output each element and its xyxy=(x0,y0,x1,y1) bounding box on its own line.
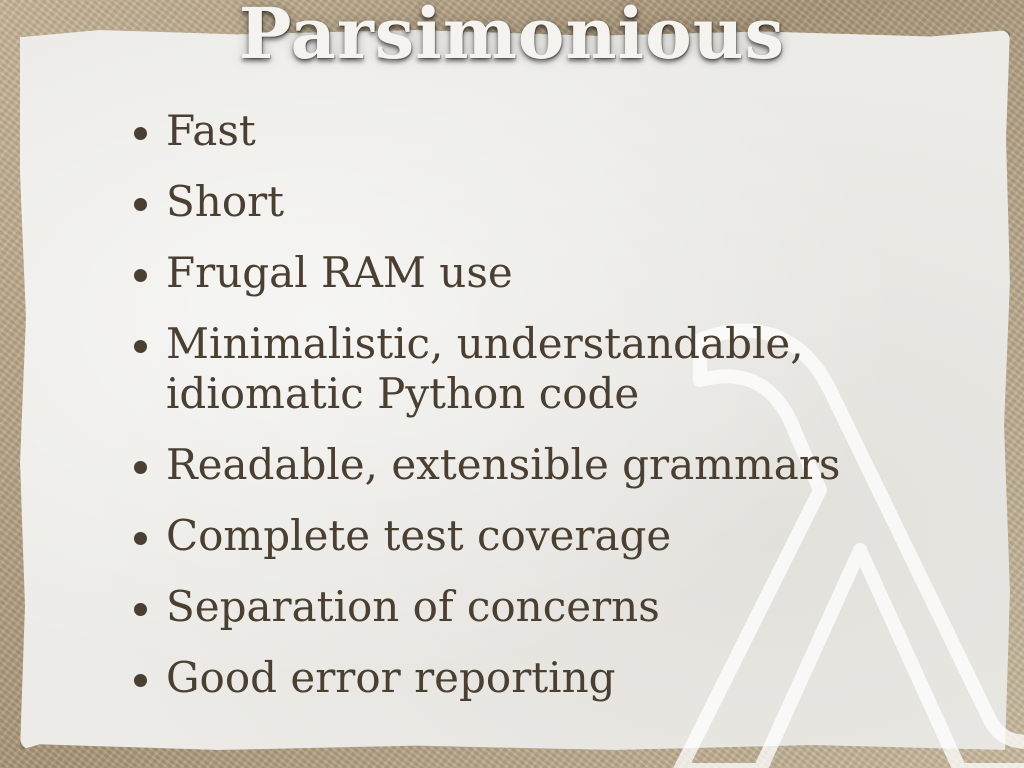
list-item: Short xyxy=(130,177,1000,227)
list-item: Fast xyxy=(130,106,1000,156)
list-item: Frugal RAM use xyxy=(130,248,1000,298)
bullet-text: Short xyxy=(166,177,285,226)
bullet-text: Fast xyxy=(166,106,256,155)
bullet-icon xyxy=(134,127,147,140)
bullet-text: Frugal RAM use xyxy=(166,248,513,297)
bullet-icon xyxy=(134,340,147,353)
bullet-icon xyxy=(134,674,147,687)
bullet-text: Good error reporting xyxy=(166,653,616,702)
list-item: Complete test coverage xyxy=(130,511,1000,561)
bullet-text: Minimalistic, understandable, idiomatic … xyxy=(166,319,804,418)
bullet-icon xyxy=(134,461,147,474)
bullet-list: Fast Short Frugal RAM use Minimalistic, … xyxy=(130,106,1000,724)
bullet-icon xyxy=(134,532,147,545)
slide-title: Parsimonious xyxy=(238,0,786,75)
bullet-icon xyxy=(134,269,147,282)
bullet-icon xyxy=(134,198,147,211)
list-item: Separation of concerns xyxy=(130,582,1000,632)
bullet-icon xyxy=(134,603,147,616)
list-item: Readable, extensible grammars xyxy=(130,440,1000,490)
bullet-text: Separation of concerns xyxy=(166,582,660,631)
list-item: Good error reporting xyxy=(130,653,1000,703)
bullet-text: Readable, extensible grammars xyxy=(166,440,841,489)
bullet-text: Complete test coverage xyxy=(166,511,672,560)
list-item: Minimalistic, understandable, idiomatic … xyxy=(130,319,1000,419)
